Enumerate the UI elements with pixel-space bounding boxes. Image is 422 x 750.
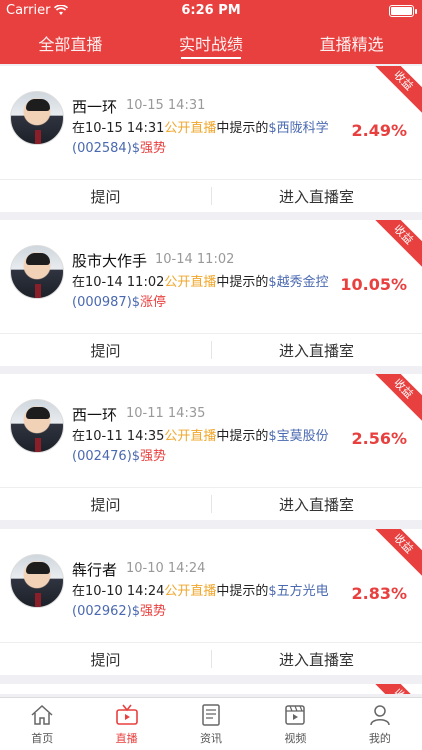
tip-mid: 中提示的: [216, 275, 269, 290]
user-icon: [370, 705, 390, 726]
video-icon: [285, 705, 306, 725]
stock-status: 涨停: [140, 295, 167, 310]
list-item[interactable]: 收益 西一环 10-11 14:35 在10-11 14:35公开直播中提示的$…: [0, 374, 422, 520]
post-time: 10-14 11:02: [155, 252, 235, 267]
list-item[interactable]: 收益 西一环 10-15 14:31 在10-15 14:31公开直播中提示的$…: [0, 66, 422, 212]
public-live-link[interactable]: 公开直播: [164, 584, 216, 599]
post-time: 10-10 14:24: [126, 561, 206, 576]
bottom-tab-mine[interactable]: 我的: [338, 698, 422, 750]
tip-prefix: 在10-15 14:31: [72, 121, 165, 136]
host-name[interactable]: 西一环: [72, 404, 117, 425]
battery-icon: [389, 5, 417, 17]
bottom-tab-video[interactable]: 视频: [253, 698, 337, 750]
list-item-partial: 收益: [0, 684, 422, 694]
ask-button[interactable]: 提问: [0, 643, 211, 675]
tip-mid: 中提示的: [216, 429, 269, 444]
host-name[interactable]: 股市大作手: [72, 250, 147, 271]
top-tabs: 全部直播 实时战绩 直播精选: [0, 22, 422, 64]
gain-percent: 2.83%: [351, 584, 407, 603]
bottom-tab-bar: 首页 直播 资讯 视频 我的: [0, 697, 422, 750]
gain-ribbon: 收益: [366, 220, 422, 272]
list-item[interactable]: 收益 犇行者 10-10 14:24 在10-10 14:24公开直播中提示的$…: [0, 529, 422, 675]
tab-live-picks[interactable]: 直播精选: [281, 22, 422, 64]
tip-message: 在10-14 11:02公开直播中提示的$越秀金控(000987)$涨停: [72, 273, 342, 313]
bottom-tab-news[interactable]: 资讯: [169, 698, 253, 750]
tip-mid: 中提示的: [216, 121, 269, 136]
ask-button[interactable]: 提问: [0, 488, 211, 520]
results-list[interactable]: 收益 西一环 10-15 14:31 在10-15 14:31公开直播中提示的$…: [0, 64, 422, 694]
public-live-link[interactable]: 公开直播: [164, 121, 216, 136]
tip-prefix: 在10-11 14:35: [72, 429, 165, 444]
avatar[interactable]: [10, 554, 64, 608]
gain-ribbon: 收益: [366, 529, 422, 581]
host-name[interactable]: 西一环: [72, 96, 117, 117]
post-time: 10-15 14:31: [126, 98, 206, 113]
gain-percent: 2.49%: [351, 121, 407, 140]
tip-mid: 中提示的: [216, 584, 269, 599]
host-name[interactable]: 犇行者: [72, 559, 117, 580]
public-live-link[interactable]: 公开直播: [164, 429, 216, 444]
stock-status: 强势: [140, 604, 167, 619]
status-time: 6:26 PM: [181, 3, 241, 18]
bottom-tab-label: 直播: [115, 732, 138, 745]
tip-message: 在10-10 14:24公开直播中提示的$五方光电(002962)$强势: [72, 582, 342, 622]
ask-button[interactable]: 提问: [0, 180, 211, 212]
public-live-link[interactable]: 公开直播: [164, 275, 216, 290]
gain-ribbon: 收益: [366, 684, 422, 694]
avatar[interactable]: [10, 245, 64, 299]
bottom-tab-label: 我的: [368, 732, 391, 745]
bottom-tab-label: 视频: [284, 732, 307, 745]
tab-all-live[interactable]: 全部直播: [0, 22, 141, 64]
stock-status: 强势: [140, 449, 167, 464]
tv-icon: [115, 704, 138, 725]
top-header: Carrier 6:26 PM 全部直播 实时战绩 直播精选: [0, 0, 422, 64]
gain-ribbon: 收益: [366, 374, 422, 426]
tab-realtime-results[interactable]: 实时战绩: [141, 22, 282, 64]
bottom-tab-label: 首页: [31, 732, 54, 745]
tip-prefix: 在10-14 11:02: [72, 275, 165, 290]
bottom-tab-home[interactable]: 首页: [0, 698, 84, 750]
enter-live-room-button[interactable]: 进入直播室: [211, 334, 422, 366]
news-icon: [202, 704, 220, 726]
bottom-tab-label: 资讯: [200, 732, 223, 745]
tip-prefix: 在10-10 14:24: [72, 584, 165, 599]
tip-message: 在10-11 14:35公开直播中提示的$宝莫股份(002476)$强势: [72, 427, 342, 467]
list-item[interactable]: 收益 股市大作手 10-14 11:02 在10-14 11:02公开直播中提示…: [0, 220, 422, 366]
gain-ribbon: 收益: [366, 66, 422, 118]
tip-message: 在10-15 14:31公开直播中提示的$西陇科学(002584)$强势: [72, 119, 342, 159]
enter-live-room-button[interactable]: 进入直播室: [211, 488, 422, 520]
status-bar: Carrier 6:26 PM: [0, 0, 422, 22]
avatar[interactable]: [10, 399, 64, 453]
post-time: 10-11 14:35: [126, 406, 206, 421]
bottom-tab-live[interactable]: 直播: [84, 698, 168, 750]
stock-status: 强势: [140, 141, 167, 156]
gain-percent: 2.56%: [351, 429, 407, 448]
avatar[interactable]: [10, 91, 64, 145]
gain-percent: 10.05%: [340, 275, 407, 294]
ask-button[interactable]: 提问: [0, 334, 211, 366]
enter-live-room-button[interactable]: 进入直播室: [211, 643, 422, 675]
home-icon: [31, 704, 53, 725]
enter-live-room-button[interactable]: 进入直播室: [211, 180, 422, 212]
